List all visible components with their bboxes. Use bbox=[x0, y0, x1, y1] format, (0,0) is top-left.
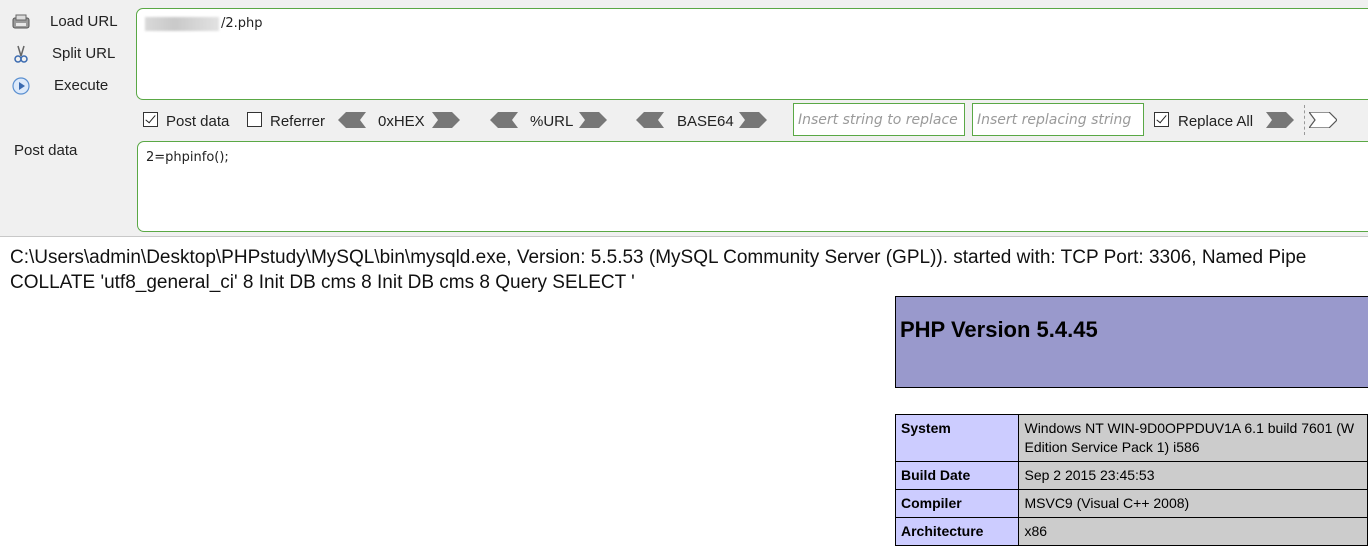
load-url-button[interactable]: Load URL bbox=[0, 8, 130, 34]
split-url-label: Split URL bbox=[52, 44, 116, 62]
hex-encode-arrow-icon[interactable] bbox=[432, 112, 460, 128]
replace-string-input[interactable] bbox=[793, 103, 965, 136]
hackbar-panel: Load URL Split URL Execute /2.php Post d… bbox=[0, 0, 1368, 237]
row-value: Windows NT WIN-9D0OPPDUV1A 6.1 build 760… bbox=[1018, 414, 1368, 462]
execute-button[interactable]: Execute bbox=[0, 72, 130, 98]
output-line-1: C:\Users\admin\Desktop\PHPstudy\MySQL\bi… bbox=[10, 247, 1307, 268]
post-data-field[interactable]: 2=phpinfo(); bbox=[137, 141, 1368, 232]
base64-encode-arrow-icon[interactable] bbox=[739, 112, 767, 128]
base64-label: BASE64 bbox=[677, 113, 734, 130]
scissors-icon bbox=[14, 45, 28, 63]
table-row: Compiler MSVC9 (Visual C++ 2008) bbox=[894, 489, 1368, 518]
load-url-icon bbox=[12, 14, 30, 29]
post-data-option-label: Post data bbox=[166, 113, 230, 130]
phpinfo-title: PHP Version 5.4.45 bbox=[900, 317, 1098, 342]
row-key: Compiler bbox=[894, 489, 1020, 518]
referrer-checkbox[interactable] bbox=[247, 112, 262, 127]
row-key: Architecture bbox=[894, 517, 1020, 546]
split-url-button[interactable]: Split URL bbox=[0, 40, 130, 66]
phpinfo-header: PHP Version 5.4.45 bbox=[895, 296, 1368, 388]
row-value-line: Windows NT WIN-9D0OPPDUV1A 6.1 build 760… bbox=[1024, 420, 1355, 436]
post-data-checkbox[interactable] bbox=[143, 112, 158, 127]
url-text: /2.php bbox=[145, 16, 263, 31]
redacted-host bbox=[145, 16, 219, 31]
toolbar-separator bbox=[1304, 105, 1305, 135]
url-encode-arrow-icon[interactable] bbox=[579, 112, 607, 128]
table-row: System Windows NT WIN-9D0OPPDUV1A 6.1 bu… bbox=[894, 414, 1368, 462]
url-label: %URL bbox=[530, 113, 574, 130]
table-row: Architecture x86 bbox=[894, 517, 1368, 546]
url-value: /2.php bbox=[221, 16, 263, 31]
row-value: Sep 2 2015 23:45:53 bbox=[1018, 461, 1368, 490]
referrer-option-label: Referrer bbox=[270, 113, 326, 130]
row-value: x86 bbox=[1018, 517, 1368, 546]
base64-decode-arrow-icon[interactable] bbox=[636, 112, 664, 128]
row-key: Build Date bbox=[894, 461, 1020, 490]
table-row: Build Date Sep 2 2015 23:45:53 bbox=[894, 461, 1368, 490]
replace-arrow-icon[interactable] bbox=[1266, 112, 1294, 128]
url-decode-arrow-icon[interactable] bbox=[490, 112, 518, 128]
replacing-string-input[interactable] bbox=[972, 103, 1144, 136]
replace-all-checkbox[interactable] bbox=[1154, 112, 1169, 127]
row-value: MSVC9 (Visual C++ 2008) bbox=[1018, 489, 1368, 518]
row-value-line: Edition Service Pack 1) i586 bbox=[1024, 439, 1200, 455]
hex-label: 0xHEX bbox=[378, 113, 425, 130]
options-row: Post data Referrer 0xHEX %URL BASE64 Rep… bbox=[0, 103, 1368, 137]
replace-all-label: Replace All bbox=[1178, 113, 1254, 130]
replace-next-arrow-icon[interactable] bbox=[1309, 112, 1337, 128]
load-url-label: Load URL bbox=[50, 12, 118, 30]
post-data-label: Post data bbox=[14, 142, 78, 159]
play-icon bbox=[12, 77, 30, 95]
hex-decode-arrow-icon[interactable] bbox=[338, 112, 366, 128]
post-data-value: 2=phpinfo(); bbox=[146, 150, 229, 165]
row-key: System bbox=[894, 414, 1020, 462]
url-field[interactable]: /2.php bbox=[136, 8, 1368, 100]
phpinfo-table: System Windows NT WIN-9D0OPPDUV1A 6.1 bu… bbox=[894, 414, 1368, 546]
output-line-2: COLLATE 'utf8_general_ci' 8 Init DB cms … bbox=[10, 272, 635, 293]
execute-label: Execute bbox=[54, 76, 109, 94]
